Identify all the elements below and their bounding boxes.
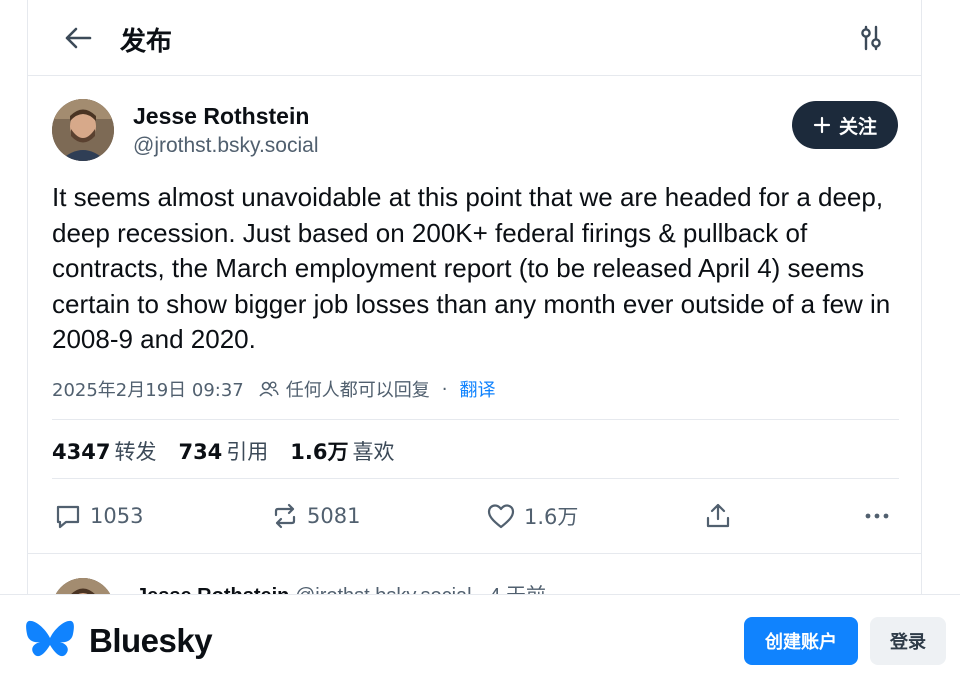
quotes-stat[interactable]: 734 引用 bbox=[178, 436, 268, 466]
repost-icon bbox=[274, 503, 296, 529]
repost-button[interactable]: 5081 bbox=[271, 496, 360, 536]
thread-settings-button[interactable] bbox=[853, 20, 889, 56]
quotes-count: 734 bbox=[178, 440, 223, 464]
arrow-left-icon bbox=[65, 27, 92, 49]
reply-setting: 任何人都可以回复 bbox=[285, 380, 430, 401]
avatar[interactable] bbox=[52, 99, 114, 161]
divider bbox=[52, 478, 899, 479]
reply-count: 1053 bbox=[90, 504, 144, 528]
share-button[interactable] bbox=[704, 496, 732, 536]
likes-stat[interactable]: 1.6万 喜欢 bbox=[290, 436, 394, 466]
more-options-button[interactable] bbox=[862, 496, 892, 536]
like-button[interactable]: 1.6万 bbox=[486, 496, 578, 536]
post-text: It seems almost unavoidable at this poin… bbox=[52, 182, 891, 355]
page-title: 发布 bbox=[120, 27, 173, 57]
translate-link[interactable]: 翻译 bbox=[460, 376, 496, 402]
comment-icon bbox=[56, 505, 80, 529]
follow-label: 关注 bbox=[838, 115, 877, 138]
login-button[interactable]: 登录 bbox=[870, 617, 946, 665]
butterfly-icon bbox=[26, 620, 74, 657]
people-icon bbox=[259, 381, 279, 397]
share-icon bbox=[706, 503, 730, 528]
bluesky-logo[interactable]: Bluesky bbox=[25, 619, 213, 663]
divider bbox=[28, 553, 921, 554]
reposts-stat[interactable]: 4347 转发 bbox=[52, 436, 156, 466]
follow-button[interactable]: 关注 bbox=[792, 101, 898, 149]
reposts-count: 4347 bbox=[52, 440, 111, 464]
post-meta: 2025年2月19日 09:37 任何人都可以回复 · 翻译 bbox=[52, 376, 496, 402]
plus-icon bbox=[813, 116, 831, 134]
create-account-button[interactable]: 创建账户 bbox=[744, 617, 858, 665]
heart-icon bbox=[487, 504, 515, 529]
sliders-icon bbox=[861, 25, 881, 51]
post-actions: 1053 5081 1.6万 bbox=[52, 496, 897, 536]
more-dots-icon bbox=[865, 513, 889, 519]
post-stats: 4347 转发 734 引用 1.6万 喜欢 bbox=[52, 436, 395, 466]
author-name[interactable]: Jesse Rothstein bbox=[133, 103, 309, 130]
author-avatar-image bbox=[52, 99, 114, 161]
post-thread-column: 发布 Jesse Rothstein @jrothst.bsky.social … bbox=[27, 0, 922, 673]
likes-count: 1.6万 bbox=[290, 440, 349, 464]
quotes-label: 引用 bbox=[226, 440, 269, 464]
reply-button[interactable]: 1053 bbox=[54, 496, 143, 536]
author-handle[interactable]: @jrothst.bsky.social bbox=[133, 134, 318, 158]
like-count: 1.6万 bbox=[524, 505, 579, 529]
brand-name: Bluesky bbox=[89, 622, 213, 659]
post-timestamp[interactable]: 2025年2月19日 09:37 bbox=[52, 376, 244, 402]
signup-bottom-bar: Bluesky 创建账户 登录 bbox=[0, 594, 960, 673]
meta-separator: · bbox=[441, 378, 448, 400]
repost-count: 5081 bbox=[307, 504, 361, 528]
likes-label: 喜欢 bbox=[352, 440, 395, 464]
divider bbox=[52, 419, 899, 420]
reposts-label: 转发 bbox=[114, 440, 157, 464]
page-header: 发布 bbox=[28, 0, 921, 76]
back-button[interactable] bbox=[60, 20, 96, 56]
